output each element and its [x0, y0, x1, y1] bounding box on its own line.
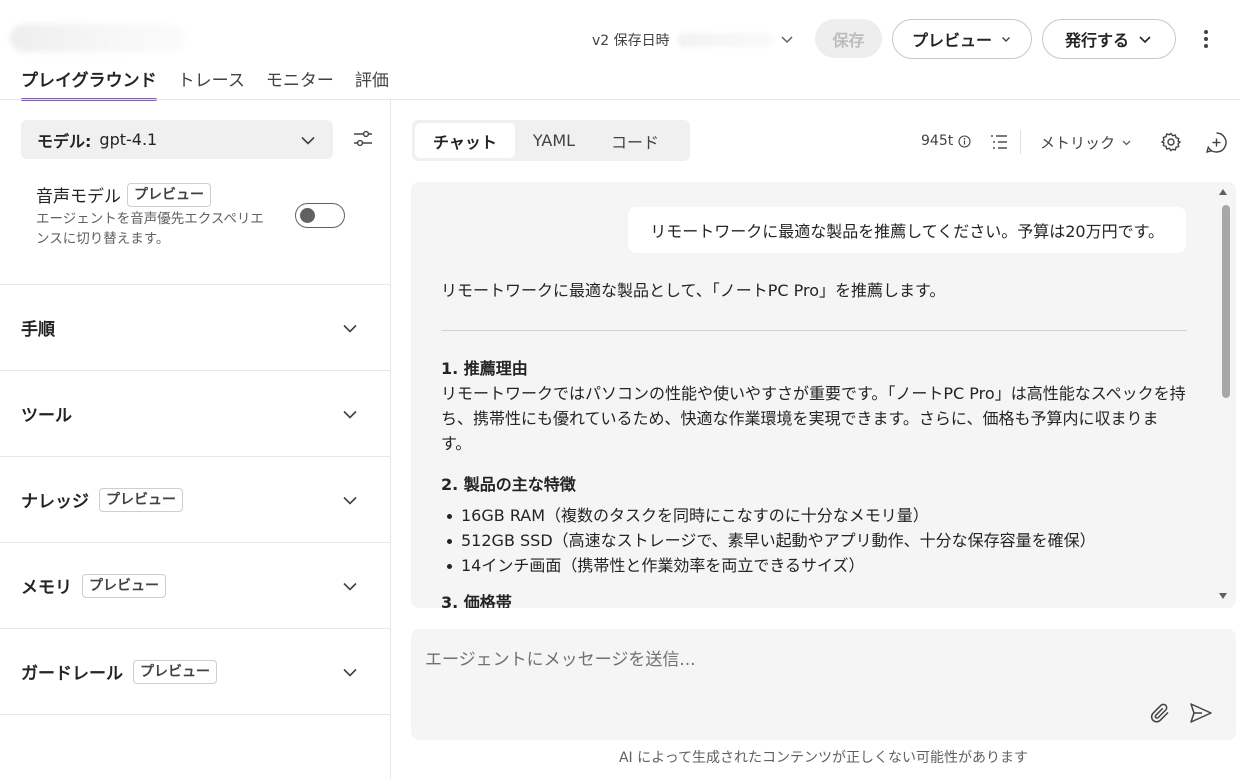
scroll-down-arrow-icon[interactable] — [1218, 592, 1228, 600]
model-settings-icon[interactable] — [352, 128, 374, 150]
list-item: 14インチ画面（携帯性と作業効率を両立できるサイズ） — [441, 553, 1187, 578]
chevron-down-icon — [341, 491, 359, 509]
reply-paragraph: リモートワークではパソコンの性能や使いやすさが重要です。「ノートPC Pro」は… — [441, 384, 1186, 453]
section-title: 手順 — [21, 320, 55, 340]
chevron-down-icon — [1000, 33, 1012, 45]
info-icon[interactable] — [958, 134, 971, 148]
main-tabs: プレイグラウンド トレース モニター 評価 — [21, 66, 410, 101]
metrics-dropdown[interactable]: メトリック — [1040, 132, 1132, 153]
reply-intro: リモートワークに最適な製品として、「ノートPC Pro」を推薦します。 — [441, 281, 946, 300]
section-tools[interactable]: ツール — [0, 370, 390, 456]
voice-model-title: 音声モデル プレビュー — [36, 182, 211, 207]
more-options-icon[interactable] — [1196, 27, 1216, 51]
assistant-message: リモートワークに最適な製品として、「ノートPC Pro」を推薦します。 1. 推… — [441, 278, 1187, 608]
gear-icon[interactable] — [1160, 131, 1182, 153]
toggle-knob — [300, 208, 315, 223]
chevron-down-icon — [341, 663, 359, 681]
tab-monitor[interactable]: モニター — [266, 66, 334, 101]
tab-playground[interactable]: プレイグラウンド — [21, 66, 157, 101]
voice-model-description: エージェントを音声優先エクスペリエンスに切り替えます。 — [36, 211, 264, 247]
tab-yaml[interactable]: YAML — [515, 123, 593, 158]
publish-button-label: 発行する — [1064, 31, 1129, 50]
chevron-down-icon — [341, 577, 359, 595]
app-logo-blurred — [10, 24, 185, 52]
ai-disclaimer: AI によって生成されたコンテンツが正しくない可能性があります — [618, 750, 1029, 766]
list-view-icon[interactable] — [989, 133, 1009, 151]
message-composer — [411, 629, 1236, 740]
preview-badge: プレビュー — [82, 573, 166, 598]
mode-tabs: チャット YAML コード — [412, 120, 690, 161]
section-title: ガードレール — [21, 664, 123, 684]
tab-traces[interactable]: トレース — [178, 66, 245, 101]
section-memory[interactable]: メモリ プレビュー — [0, 542, 390, 628]
tab-chat[interactable]: チャット — [415, 123, 515, 158]
reply-divider — [441, 330, 1187, 331]
chevron-down-icon — [341, 319, 359, 337]
version-timestamp-blurred — [677, 33, 773, 47]
list-item: 512GB SSD（高速なストレージで、素早い起動やアプリ動作、十分な保存容量を… — [441, 528, 1187, 553]
message-input[interactable] — [425, 647, 1125, 673]
toolbar-divider — [1020, 130, 1021, 154]
model-selector[interactable]: モデル: gpt-4.1 — [21, 120, 333, 159]
user-message: リモートワークに最適な製品を推薦してください。予算は20万円です。 — [628, 207, 1186, 253]
token-count: 945t — [921, 133, 971, 149]
token-count-value: 945t — [921, 133, 954, 149]
panel-divider — [390, 100, 391, 779]
preview-button[interactable]: プレビュー — [892, 19, 1032, 59]
list-item: 16GB RAM（複数のタスクを同時にこなすのに十分なメモリ量） — [441, 503, 1187, 528]
preview-badge: プレビュー — [127, 182, 211, 207]
version-selector[interactable]: v2 保存日時 — [592, 30, 773, 50]
scroll-up-arrow-icon[interactable] — [1218, 188, 1228, 196]
save-button[interactable]: 保存 — [815, 19, 882, 58]
reply-heading: 1. 推薦理由 — [441, 359, 528, 378]
section-knowledge[interactable]: ナレッジ プレビュー — [0, 456, 390, 542]
tab-code[interactable]: コード — [593, 123, 677, 158]
section-title: ツール — [21, 406, 72, 426]
preview-button-label: プレビュー — [911, 31, 992, 50]
voice-model-label: 音声モデル — [36, 187, 121, 207]
chevron-down-icon — [1121, 137, 1132, 148]
chat-transcript[interactable]: リモートワークに最適な製品を推薦してください。予算は20万円です。 リモートワー… — [411, 182, 1236, 608]
reply-heading: 3. 価格帯 — [441, 593, 512, 608]
header-divider — [0, 99, 1240, 100]
section-title: ナレッジ — [21, 492, 89, 512]
voice-model-toggle[interactable] — [295, 203, 345, 228]
publish-button[interactable]: 発行する — [1042, 19, 1176, 59]
model-label: モデル: — [37, 131, 92, 151]
chevron-down-icon — [341, 405, 359, 423]
paperclip-icon[interactable] — [1149, 701, 1173, 725]
section-instructions[interactable]: 手順 — [0, 284, 390, 370]
preview-badge: プレビュー — [99, 487, 183, 512]
feature-list: 16GB RAM（複数のタスクを同時にこなすのに十分なメモリ量） 512GB S… — [441, 503, 1187, 578]
section-title: メモリ — [21, 578, 72, 598]
new-chat-icon[interactable] — [1205, 131, 1228, 154]
chevron-down-icon — [299, 131, 317, 149]
version-label: v2 保存日時 — [592, 33, 670, 49]
scrollbar-thumb[interactable] — [1222, 205, 1230, 398]
chevron-down-icon — [1137, 31, 1153, 47]
reply-heading: 2. 製品の主な特徴 — [441, 475, 576, 494]
model-value: gpt-4.1 — [99, 130, 158, 149]
metrics-label: メトリック — [1040, 134, 1116, 152]
chevron-down-icon[interactable] — [779, 31, 795, 47]
tab-evaluation[interactable]: 評価 — [355, 66, 389, 101]
preview-badge: プレビュー — [133, 659, 217, 684]
section-divider — [0, 714, 390, 715]
send-icon[interactable] — [1189, 702, 1213, 724]
section-guardrails[interactable]: ガードレール プレビュー — [0, 628, 390, 714]
